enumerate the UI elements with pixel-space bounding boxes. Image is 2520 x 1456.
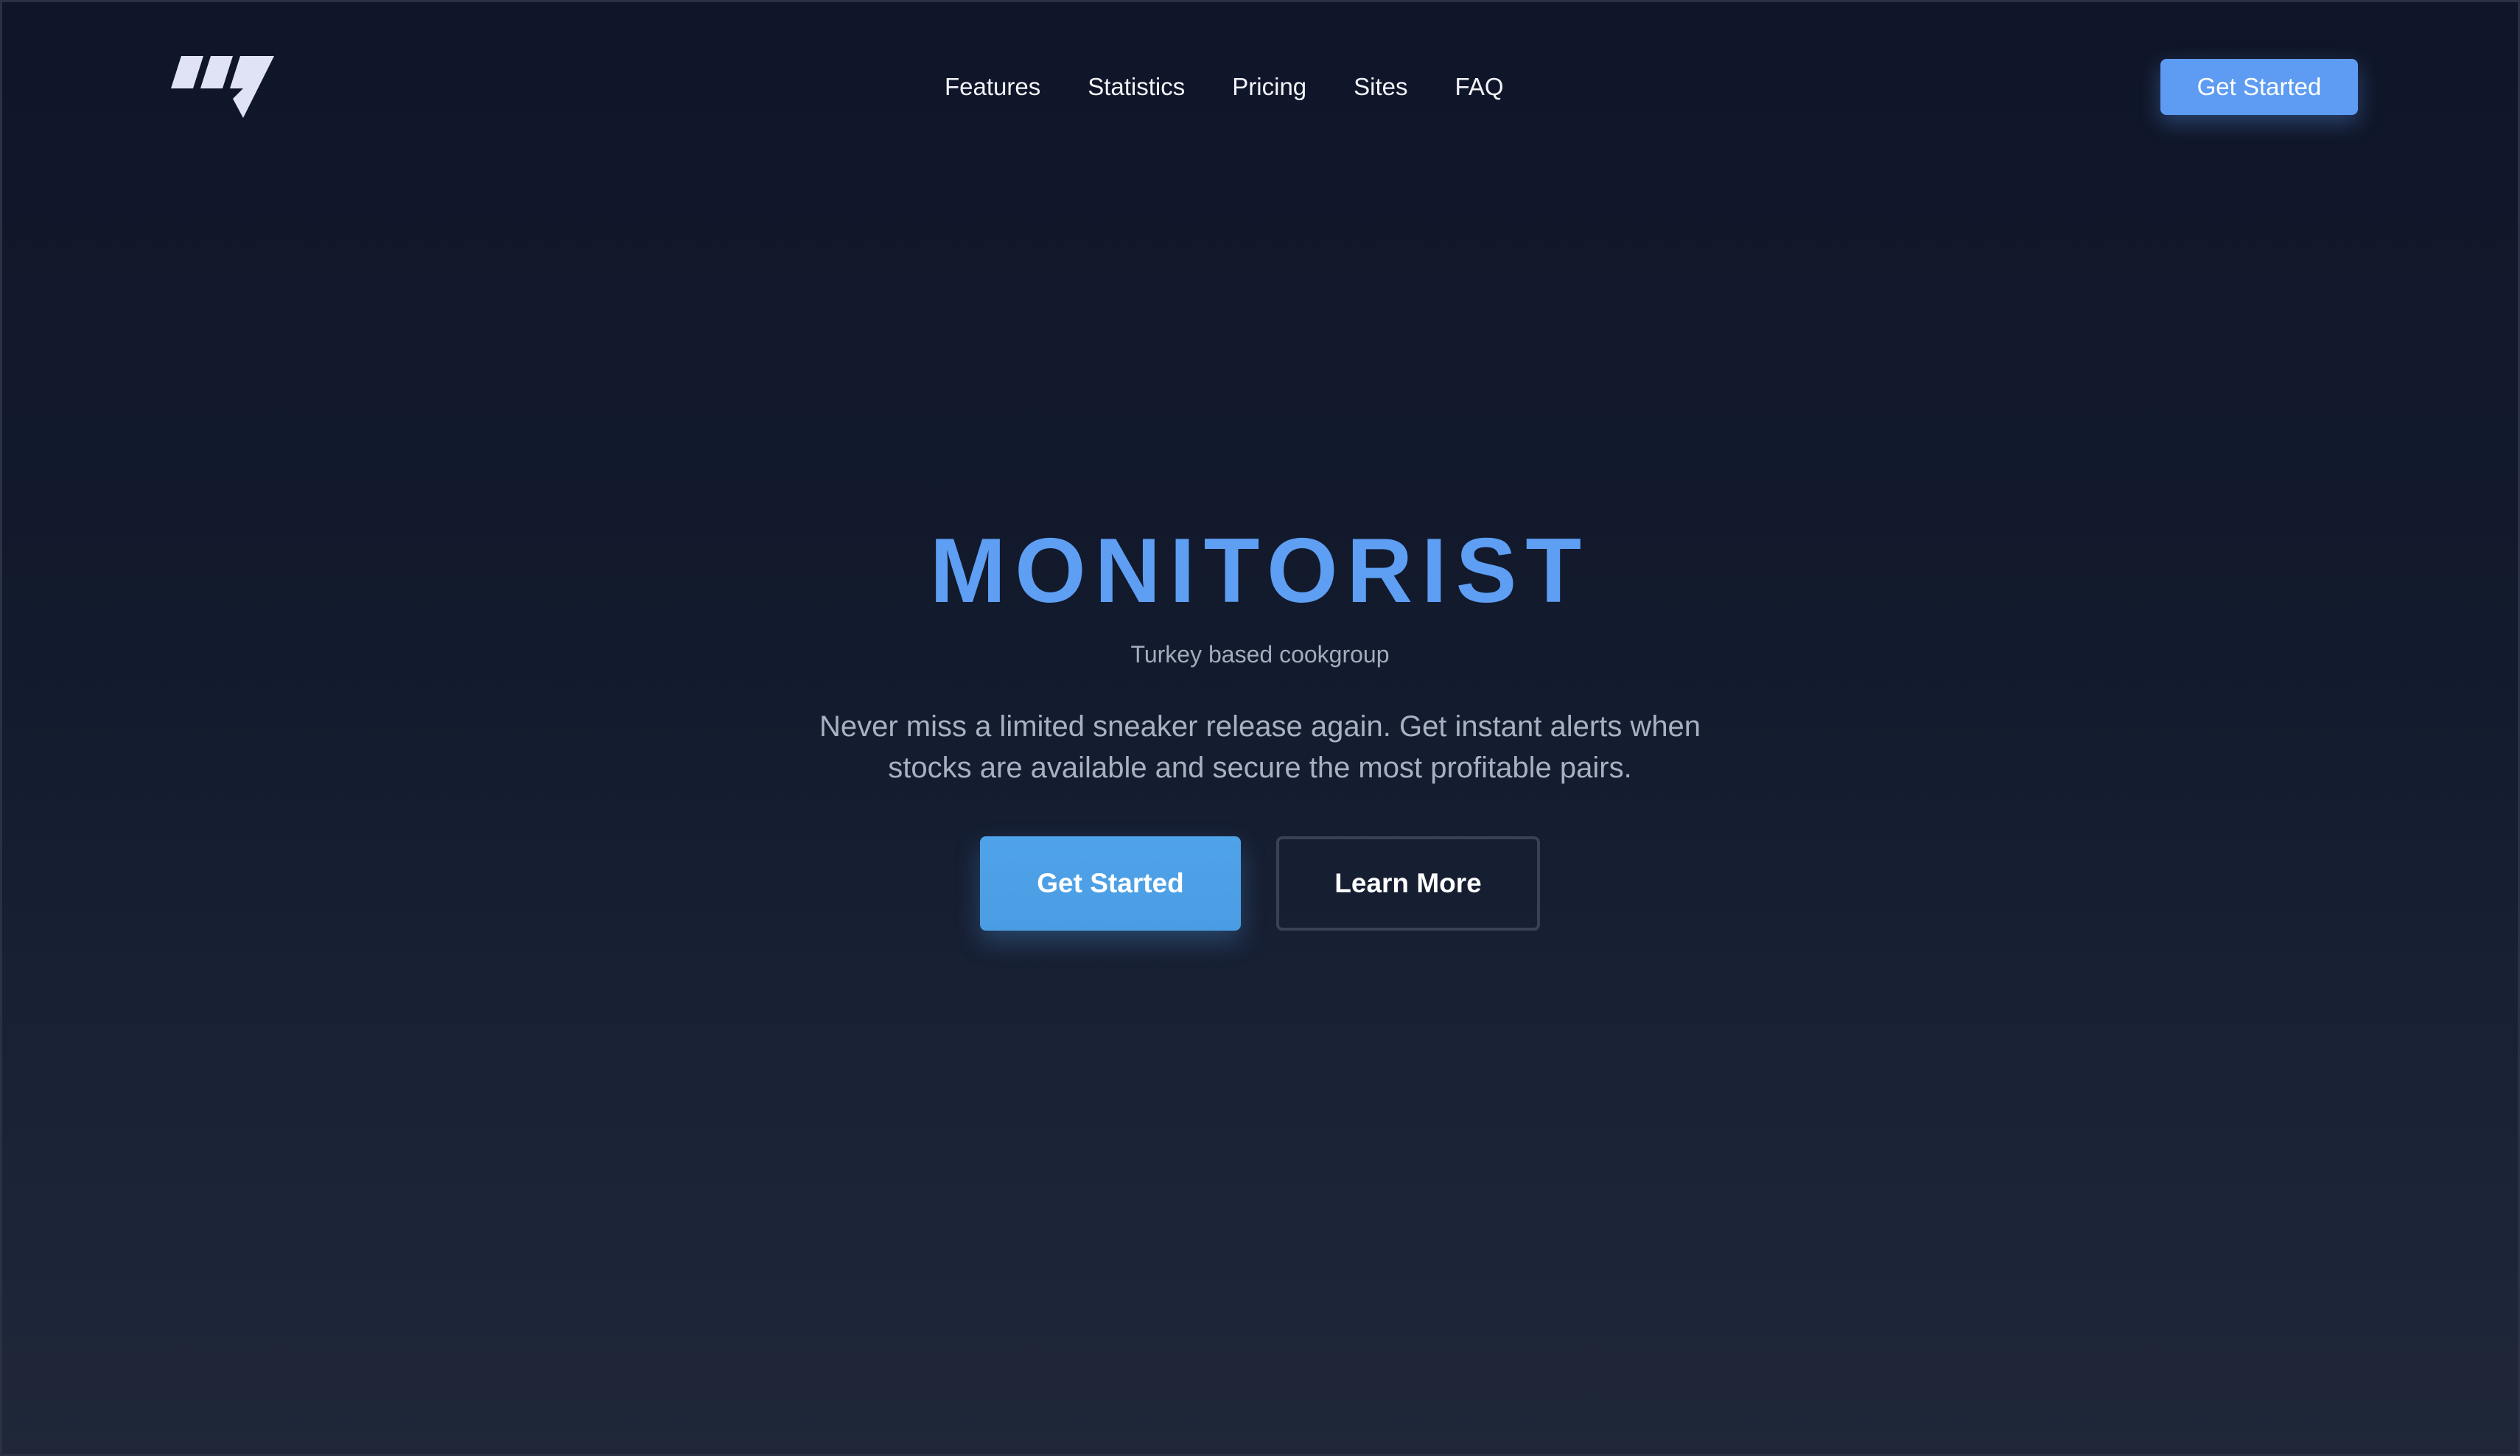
hero-get-started-button[interactable]: Get Started [980, 836, 1241, 931]
hero-actions: Get Started Learn More [980, 836, 1540, 931]
hero-title: MONITORIST [929, 520, 1591, 622]
navbar: Features Statistics Pricing Sites FAQ Ge… [0, 0, 2520, 177]
nav-link-pricing[interactable]: Pricing [1232, 73, 1306, 101]
hero-learn-more-button[interactable]: Learn More [1276, 836, 1540, 931]
logo[interactable] [171, 56, 274, 118]
nav-get-started-button[interactable]: Get Started [2160, 59, 2358, 115]
nav-link-statistics[interactable]: Statistics [1088, 73, 1185, 101]
monitorist-logo-icon [171, 56, 274, 118]
nav-links: Features Statistics Pricing Sites FAQ [945, 68, 1504, 106]
nav-link-features[interactable]: Features [945, 73, 1040, 101]
nav-link-faq[interactable]: FAQ [1455, 73, 1504, 101]
nav-link-sites[interactable]: Sites [1354, 73, 1407, 101]
hero-subtitle: Turkey based cookgroup [1130, 641, 1390, 668]
hero-description: Never miss a limited sneaker release aga… [819, 710, 1701, 784]
